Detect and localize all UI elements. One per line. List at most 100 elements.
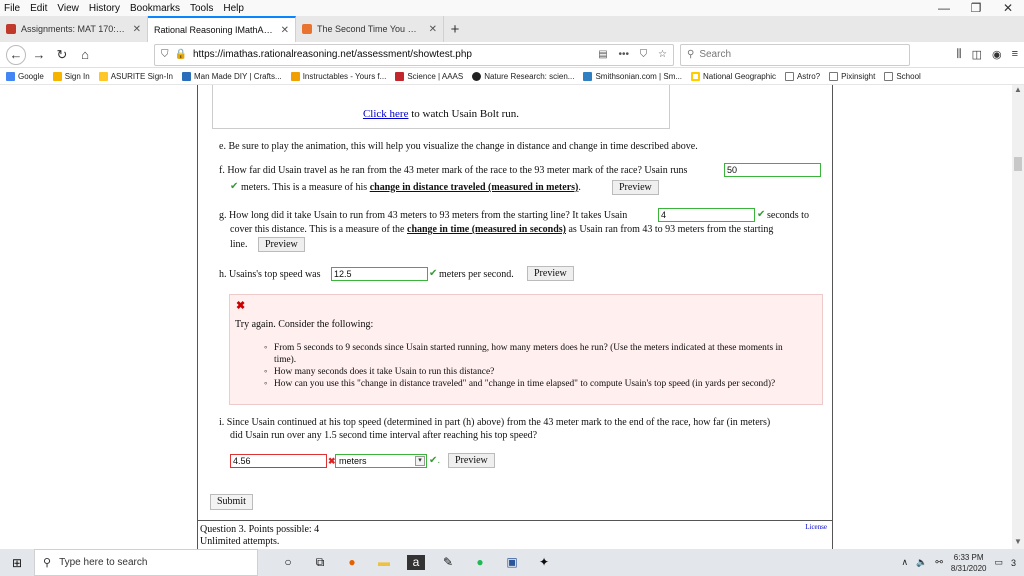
menu-tools[interactable]: Tools	[190, 3, 213, 14]
preview-button-g[interactable]: Preview	[258, 237, 305, 252]
menu-bar: File Edit View History Bookmarks Tools H…	[0, 0, 1024, 16]
speed-answer-input[interactable]: 12.5	[331, 267, 428, 281]
library-icon[interactable]: ⫼	[957, 48, 962, 61]
menu-history[interactable]: History	[89, 3, 120, 14]
bookmark-asurite[interactable]: ASURITE Sign-In	[98, 71, 173, 81]
sidebar-icon[interactable]: ◫	[972, 48, 982, 61]
question-3-info: Question 3. Points possible: 4 Unlimited…	[200, 524, 319, 548]
folder-icon	[829, 71, 839, 81]
word-icon[interactable]: ▣	[496, 555, 528, 570]
notifications-icon[interactable]: ▭	[994, 557, 1003, 568]
instructables-icon	[290, 71, 300, 81]
account-icon[interactable]: ◉	[992, 48, 1002, 61]
taskbar-search[interactable]: ⚲ Type here to search	[34, 549, 258, 576]
question-3-header: Question 3. Points possible: 4 Unlimited…	[197, 520, 833, 549]
lock-icon[interactable]: 🔒	[175, 49, 187, 60]
home-icon[interactable]: ⌂	[75, 45, 95, 65]
forward-arrow-icon[interactable]: →	[29, 45, 49, 65]
points-possible: Question 3. Points possible: 4	[200, 524, 320, 535]
menu-help[interactable]: Help	[223, 3, 244, 14]
smithsonian-icon	[583, 71, 593, 81]
search-placeholder: Search	[699, 49, 732, 60]
close-tab-icon[interactable]: ✕	[133, 24, 141, 35]
time-answer-input[interactable]: 4	[658, 208, 755, 222]
chevron-down-icon[interactable]: ▾	[415, 456, 425, 466]
menu-edit[interactable]: Edit	[30, 3, 47, 14]
menu-view[interactable]: View	[57, 3, 79, 14]
hamburger-menu-icon[interactable]: ≡	[1012, 48, 1018, 61]
close-tab-icon[interactable]: ✕	[429, 24, 437, 35]
bookmark-sign-in[interactable]: Sign In	[52, 71, 90, 81]
close-tab-icon[interactable]: ✕	[281, 25, 289, 36]
feedback-bullet: From 5 seconds to 9 seconds since Usain …	[264, 342, 804, 366]
unit-selected-value: meters	[339, 456, 367, 466]
watch-usain-bolt-link[interactable]: Click here	[363, 108, 409, 120]
back-arrow-icon[interactable]: ←	[6, 44, 26, 65]
bookmark-star-icon[interactable]: ☆	[658, 49, 667, 60]
bookmark-national-geographic[interactable]: National Geographic	[691, 71, 776, 81]
feedback-bullet: How can you use this "change in distance…	[264, 378, 804, 390]
menu-file[interactable]: File	[4, 3, 20, 14]
bookmark-folder-school[interactable]: School	[884, 71, 921, 81]
task-view-icon[interactable]: ⧉	[304, 555, 336, 570]
windows-taskbar: ⊞ ⚲ Type here to search ○ ⧉ ● ▬ a ✎ ● ▣ …	[0, 549, 1024, 576]
question-f-line2: meters. This is a measure of his change …	[241, 182, 581, 193]
bookmark-nature[interactable]: Nature Research: scien...	[472, 71, 574, 81]
unit-select[interactable]: meters ▾	[335, 454, 427, 468]
bookmark-folder-pixinsight[interactable]: Pixinsight	[829, 71, 875, 81]
bookmark-smithsonian[interactable]: Smithsonian.com | Sm...	[583, 71, 682, 81]
windows-start-icon[interactable]: ⊞	[0, 549, 34, 576]
video-link-rest: to watch Usain Bolt run.	[408, 108, 520, 120]
page-actions-icon[interactable]: •••	[618, 49, 629, 60]
clock-time: 6:33 PM	[953, 552, 984, 562]
vertical-scrollbar[interactable]: ▲ ▼	[1012, 85, 1024, 549]
pocket-icon[interactable]: ⛉	[640, 49, 648, 60]
amazon-icon[interactable]: a	[407, 555, 425, 570]
tab-label: Rational Reasoning IMathAS Asses	[154, 25, 275, 35]
preview-button-i[interactable]: Preview	[448, 453, 495, 468]
spotify-icon[interactable]: ●	[464, 555, 496, 570]
volume-icon[interactable]: 🔈	[916, 557, 927, 568]
distance-answer-input[interactable]: 50	[724, 163, 821, 177]
shield-icon[interactable]: ⛉	[161, 49, 169, 60]
search-input[interactable]: ⚲ Search	[680, 43, 910, 66]
scroll-down-icon[interactable]: ▼	[1012, 537, 1024, 549]
network-icon[interactable]: ⚯	[935, 557, 943, 568]
submit-button[interactable]: Submit	[210, 494, 253, 510]
tab-rational-reasoning[interactable]: Rational Reasoning IMathAS Asses ✕	[148, 16, 296, 42]
notification-count: 3	[1010, 557, 1016, 568]
system-tray: ∧ 🔈 ⚯ 6:33 PM 8/31/2020 ▭ 3	[902, 549, 1024, 576]
scroll-up-icon[interactable]: ▲	[1012, 85, 1024, 97]
reload-icon[interactable]: ↻	[52, 45, 72, 65]
reader-view-icon[interactable]: ▤	[598, 49, 607, 60]
file-explorer-icon[interactable]: ▬	[368, 555, 400, 570]
cortana-icon[interactable]: ○	[272, 555, 304, 570]
firefox-icon[interactable]: ●	[336, 555, 368, 570]
clock-date: 8/31/2020	[950, 563, 987, 573]
menu-bookmarks[interactable]: Bookmarks	[130, 3, 180, 14]
bookmark-science-aaas[interactable]: Science | AAAS	[395, 71, 463, 81]
url-bar[interactable]: ⛉ 🔒 https://imathas.rationalreasoning.ne…	[154, 43, 674, 66]
correct-check-icon: ✔	[230, 181, 239, 192]
bookmark-man-made-diy[interactable]: Man Made DIY | Crafts...	[181, 71, 282, 81]
clock[interactable]: 6:33 PM 8/31/2020	[951, 552, 987, 574]
license-link[interactable]: License	[805, 523, 827, 531]
show-hidden-icons-icon[interactable]: ∧	[902, 557, 909, 568]
preview-button-h[interactable]: Preview	[527, 266, 574, 281]
preview-button-f[interactable]: Preview	[612, 180, 659, 195]
correct-check-icon: ✔	[757, 209, 766, 220]
app-icon[interactable]: ✦	[528, 555, 560, 570]
bookmark-folder-astro[interactable]: Astro?	[784, 71, 820, 81]
bookmark-instructables[interactable]: Instructables - Yours f...	[290, 71, 386, 81]
scroll-thumb[interactable]	[1014, 157, 1022, 171]
pen-icon[interactable]: ✎	[432, 555, 464, 570]
tab-second-time[interactable]: The Second Time You Watched ✕	[296, 16, 444, 42]
interval-distance-input[interactable]: 4.56	[230, 454, 327, 468]
url-text[interactable]: https://imathas.rationalreasoning.net/as…	[193, 49, 590, 60]
bookmark-google[interactable]: Google	[6, 71, 44, 81]
question-h-after: meters per second.	[439, 269, 514, 280]
tab-assignments[interactable]: Assignments: MAT 170: Precalc ✕	[0, 16, 148, 42]
question-g-after: seconds to	[767, 210, 809, 221]
bookmarks-toolbar: Google Sign In ASURITE Sign-In Man Made …	[0, 68, 1024, 85]
new-tab-plus-icon[interactable]: +	[444, 18, 466, 42]
